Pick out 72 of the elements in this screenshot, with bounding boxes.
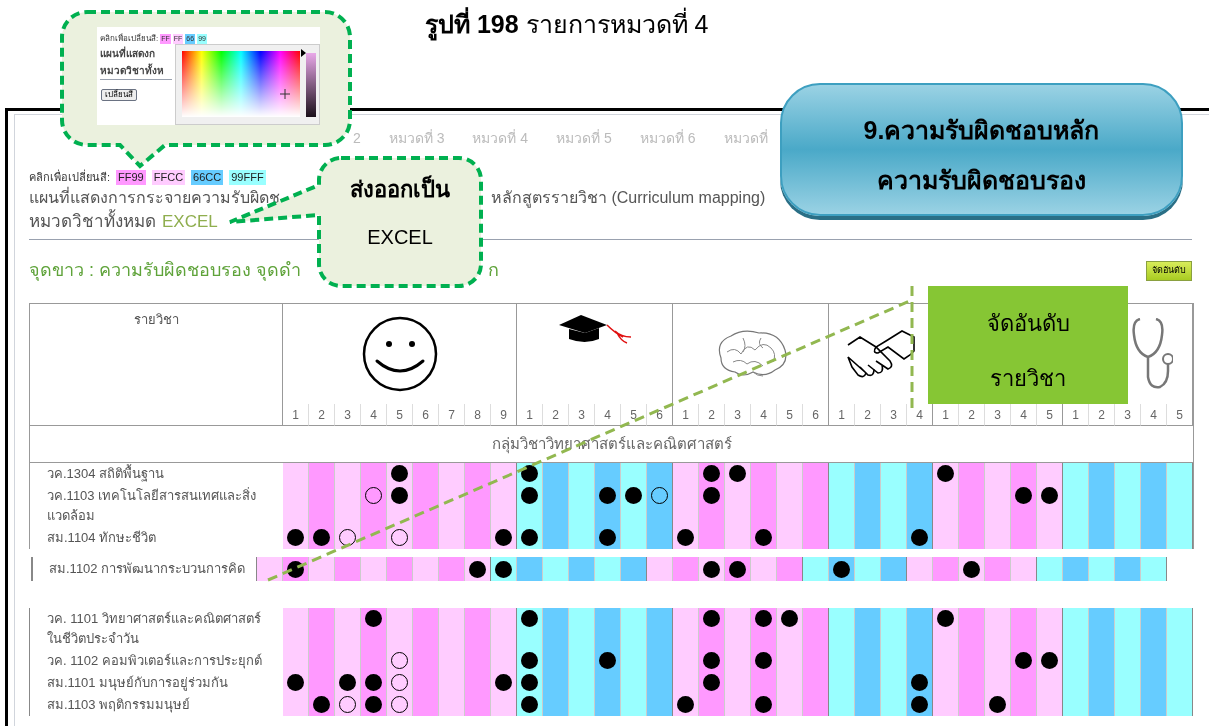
callout-text: ส่งออกเป็น	[350, 174, 450, 204]
page-title: หมวดวิชาทั้งห	[99, 62, 164, 78]
change-color-button[interactable]: เปลี่ยนสี	[101, 89, 137, 101]
column-number: 5	[1176, 408, 1183, 422]
column-number: 4	[916, 408, 923, 422]
slider-thumb[interactable]	[301, 49, 306, 57]
callout-text: จัดอันดับ	[986, 310, 1070, 338]
column-number: 2	[552, 408, 559, 422]
callout-text: รายวิชา	[990, 365, 1066, 393]
column-number: 5	[786, 408, 793, 422]
column-number: 3	[578, 408, 585, 422]
course-name: วค.1304 สถิติพื้นฐาน	[47, 466, 165, 481]
column-number: 1	[292, 408, 299, 422]
page-title: แผนที่แสดงการกระจายความรับผิดช	[29, 186, 280, 208]
column-number: 2	[968, 408, 975, 422]
course-name: วค. 1101 วิทยาศาสตร์และคณิตศาสตร์ในชีวิตประจำวัน	[47, 611, 261, 646]
course-name: วค.1103 เทคโนโลยีสารสนเทศและสิ่งแวดล้อม	[47, 488, 257, 523]
column-number: 4	[1150, 408, 1157, 422]
column-header: รายวิชา	[133, 312, 179, 327]
column-number: 3	[890, 408, 897, 422]
column-number: 8	[474, 408, 481, 422]
legend-text: ก	[488, 259, 499, 282]
color-swatch[interactable]: FF99	[116, 169, 146, 185]
column-number: 2	[318, 408, 325, 422]
column-number: 1	[682, 408, 689, 422]
column-number: 6	[656, 408, 663, 422]
sort-button[interactable]: จัดอันดับ	[1146, 260, 1192, 281]
column-number: 1	[838, 408, 845, 422]
crosshair-icon	[280, 89, 290, 99]
category-label: หมวดวิชาทั้งหมด	[29, 209, 156, 235]
column-number: 3	[1124, 408, 1131, 422]
color-label: คลิกเพื่อเปลี่ยนสี:	[100, 33, 159, 45]
figure-caption: รูปที่ 198 รายการหมวดที่ 4	[425, 6, 709, 44]
color-swatch[interactable]: 66CC	[191, 169, 224, 185]
column-number: 2	[1098, 408, 1105, 422]
callout-text: EXCEL	[367, 225, 433, 250]
column-number: 3	[344, 408, 351, 422]
page-title: แผนที่แสดงก	[99, 45, 155, 61]
color-swatch[interactable]: FFCC	[151, 169, 186, 185]
column-number: 4	[760, 408, 767, 422]
color-label: คลิกเพื่อเปลี่ยนสี:	[29, 168, 111, 185]
color-picker-panel[interactable]	[175, 44, 320, 125]
callout-text: 9.ความรับผิดชอบหลัก	[863, 115, 1100, 146]
course-name[interactable]: สม.1102 การพัฒนากระบวนการคิด	[49, 559, 246, 579]
graduation-cap-icon	[557, 314, 632, 346]
course-name: สม.1104 ทักษะชีวิต	[47, 530, 157, 545]
column-number: 4	[370, 408, 377, 422]
column-number: 9	[500, 408, 507, 422]
column-number: 1	[1072, 408, 1079, 422]
column-number: 1	[942, 408, 949, 422]
column-number: 5	[630, 408, 637, 422]
page-title: หลักสูตรรายวิชา (Curriculum mapping)	[491, 188, 766, 210]
course-name: วค. 1102 คอมพิวเตอร์และการประยุกต์	[47, 653, 262, 668]
column-number: 5	[396, 408, 403, 422]
column-number: 5	[1046, 408, 1053, 422]
column-number: 1	[526, 408, 533, 422]
color-swatch[interactable]: 99FFF	[229, 169, 266, 185]
smiley-face-icon	[360, 315, 439, 393]
column-number: 6	[422, 408, 429, 422]
column-number: 4	[1020, 408, 1027, 422]
column-number: 2	[864, 408, 871, 422]
column-number: 3	[994, 408, 1001, 422]
column-number: 7	[448, 408, 455, 422]
column-number: 3	[734, 408, 741, 422]
column-number: 2	[708, 408, 715, 422]
course-name: สม.1101 มนุษย์กับการอยู่ร่วมกัน	[47, 675, 229, 690]
callout-text: ความรับผิดชอบรอง	[877, 165, 1086, 196]
column-number: 4	[604, 408, 611, 422]
column-number: 6	[812, 408, 819, 422]
course-name: สม.1103 พฤติกรรมมนุษย์	[47, 697, 191, 712]
legend-text: จุดขาว : ความรับผิดชอบรอง จุดดำ	[29, 259, 301, 283]
stethoscope-icon	[1131, 318, 1173, 390]
